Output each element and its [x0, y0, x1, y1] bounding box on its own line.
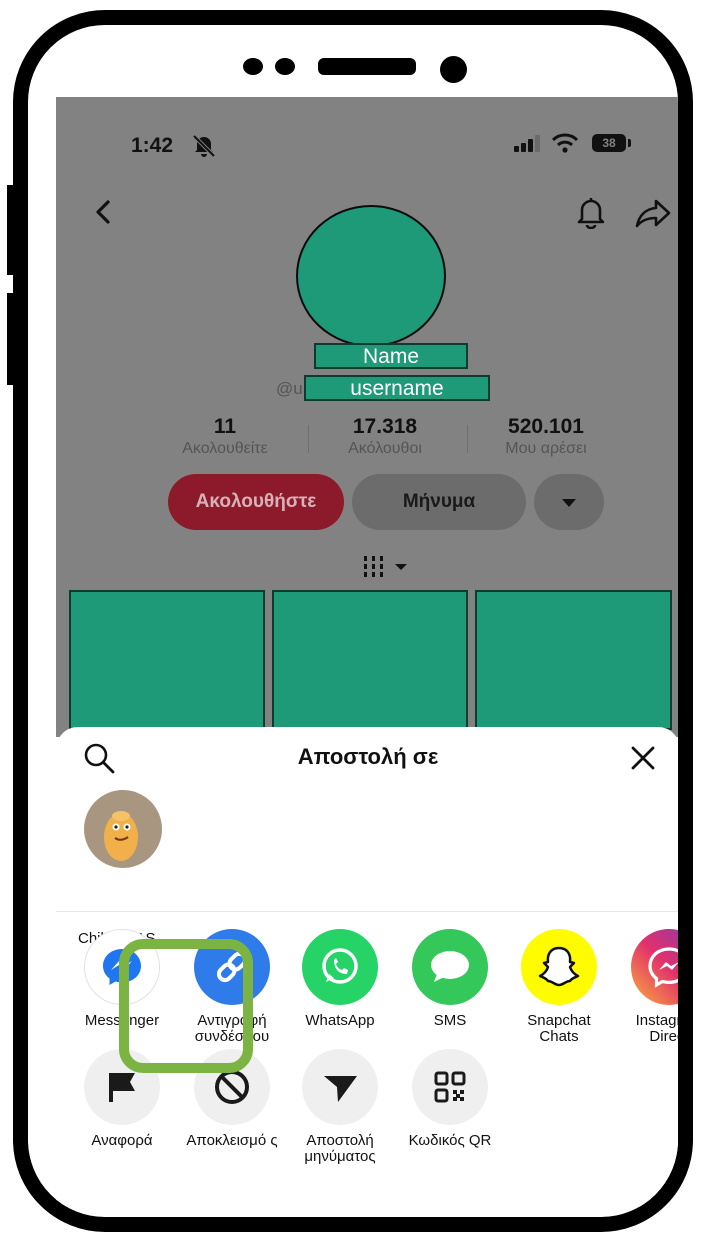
message-button[interactable]: Μήνυμα [352, 474, 526, 530]
action-label: Κωδικός QR [408, 1132, 492, 1149]
phone-frame: 1:42 38 Name @u username 11 Ακολουθείτε … [13, 10, 693, 1232]
speaker-grille [318, 58, 416, 75]
signal-icon [514, 135, 540, 152]
action-label: Αναφορά [91, 1132, 153, 1149]
share-sheet-title: Αποστολή σε [297, 744, 439, 769]
front-camera [440, 56, 467, 83]
likes-label: Μου αρέσει [505, 440, 587, 457]
status-time: 1:42 [131, 134, 174, 157]
silent-bell-icon [192, 135, 216, 157]
follow-button[interactable]: Ακολουθήστε [168, 474, 344, 530]
close-icon[interactable] [629, 744, 657, 772]
video-thumbnail-redacted[interactable] [475, 590, 672, 730]
profile-name: Name [314, 343, 468, 369]
profile-username: username [304, 375, 490, 401]
action-qr-code[interactable]: Κωδικός QR [395, 1049, 505, 1149]
profile-page: 1:42 38 Name @u username 11 Ακολουθείτε … [56, 97, 678, 737]
sms-icon [431, 951, 469, 982]
wifi-icon [552, 133, 578, 153]
username-prefix: @u [276, 379, 303, 398]
share-app-label: Snapchat Chats [527, 1012, 591, 1045]
contact-avatar [84, 790, 162, 868]
block-button-highlight [119, 939, 253, 1073]
instagram-icon [648, 947, 678, 988]
profile-avatar-redacted [296, 205, 446, 347]
following-count: 11 [213, 415, 237, 438]
stat-divider [467, 425, 468, 453]
likes-count: 520.101 [508, 415, 584, 438]
share-app-snapchat[interactable]: Snapchat Chats [504, 929, 614, 1045]
video-grid-filter-icon[interactable] [362, 554, 410, 580]
action-label: Αποκλεισμό ς [186, 1132, 278, 1149]
send-icon [324, 1076, 357, 1102]
share-app-label: SMS [433, 1012, 467, 1029]
notification-bell-icon[interactable] [574, 195, 608, 229]
share-app-whatsapp[interactable]: WhatsApp [285, 929, 395, 1029]
qr-code-icon [434, 1071, 466, 1103]
share-app-label: Instagram Direct [635, 1012, 678, 1045]
video-thumbnail-redacted[interactable] [272, 590, 468, 730]
share-arrow-icon[interactable] [634, 197, 672, 229]
more-options-button[interactable] [534, 474, 604, 530]
section-divider [56, 911, 678, 912]
caret-down-icon [562, 499, 576, 507]
back-arrow-icon[interactable] [92, 199, 114, 225]
whatsapp-icon [322, 948, 358, 984]
share-app-instagram[interactable]: Instagram Direct [614, 929, 678, 1045]
action-label: Αποστολή μηνύματος [304, 1132, 376, 1165]
followers-count: 17.318 [352, 415, 418, 438]
following-label: Ακολουθείτε [182, 440, 268, 457]
contact-item[interactable] [83, 789, 163, 869]
notch-dot [275, 58, 295, 75]
share-app-label: WhatsApp [305, 1012, 375, 1029]
snapchat-icon [538, 946, 580, 987]
battery-indicator: 38 [592, 134, 626, 152]
followers-label: Ακόλουθοι [348, 440, 422, 457]
share-app-sms[interactable]: SMS [395, 929, 505, 1029]
notch-dot [243, 58, 263, 75]
action-send-message[interactable]: Αποστολή μηνύματος [285, 1049, 395, 1165]
stat-divider [308, 425, 309, 453]
video-thumbnail-redacted[interactable] [69, 590, 265, 730]
battery-tip [628, 139, 631, 147]
